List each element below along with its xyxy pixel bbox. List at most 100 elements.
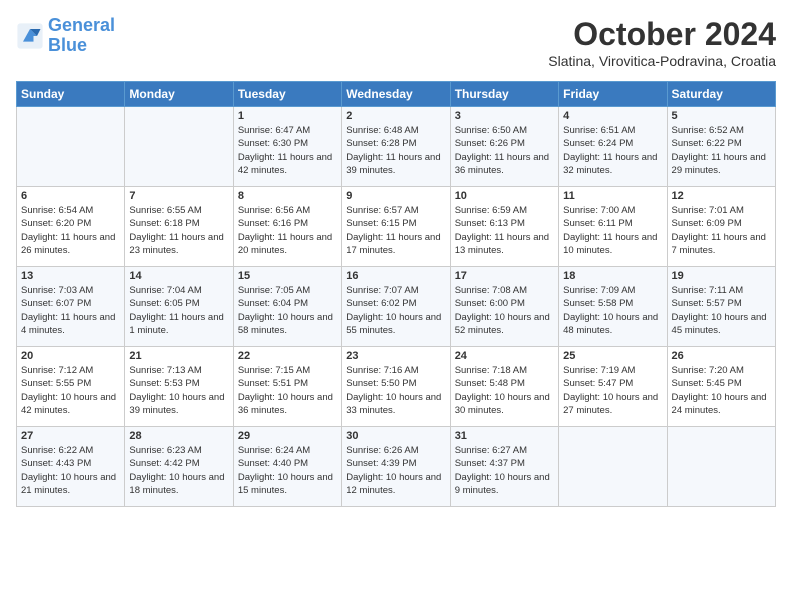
day-number: 9 (346, 190, 445, 202)
day-number: 14 (129, 270, 228, 282)
calendar-cell: 20Sunrise: 7:12 AM Sunset: 5:55 PM Dayli… (17, 347, 125, 427)
day-number: 5 (672, 110, 771, 122)
calendar-cell: 24Sunrise: 7:18 AM Sunset: 5:48 PM Dayli… (450, 347, 558, 427)
calendar-cell: 25 Sunrise: 7:19 AM Sunset: 5:47 PM Dayli… (559, 347, 667, 427)
calendar-cell: 5Sunrise: 6:52 AM Sunset: 6:22 PM Daylig… (667, 107, 775, 187)
calendar-cell: 31Sunrise: 6:27 AM Sunset: 4:37 PM Dayli… (450, 427, 558, 507)
day-number: 27 (21, 430, 120, 442)
col-header-thursday: Thursday (450, 82, 558, 107)
day-number: 4 (563, 110, 662, 122)
day-number: 12 (672, 190, 771, 202)
day-number: 25 (563, 350, 662, 362)
day-info: Sunrise: 6:59 AM Sunset: 6:13 PM Dayligh… (455, 204, 554, 257)
day-info: Sunrise: 7:00 AM Sunset: 6:11 PM Dayligh… (563, 204, 662, 257)
calendar-cell: 27 Sunrise: 6:22 AM Sunset: 4:43 PM Dayli… (17, 427, 125, 507)
calendar-cell: 16 Sunrise: 7:07 AM Sunset: 6:02 PM Dayli… (342, 267, 450, 347)
day-number: 8 (238, 190, 337, 202)
day-number: 13 (21, 270, 120, 282)
header-row: SundayMondayTuesdayWednesdayThursdayFrid… (17, 82, 776, 107)
calendar-cell: 23Sunrise: 7:16 AM Sunset: 5:50 PM Dayli… (342, 347, 450, 427)
calendar-cell: 4 Sunrise: 6:51 AM Sunset: 6:24 PM Daylig… (559, 107, 667, 187)
calendar-cell: 18Sunrise: 7:09 AM Sunset: 5:58 PM Dayli… (559, 267, 667, 347)
calendar-cell: 8 Sunrise: 6:56 AM Sunset: 6:16 PM Daylig… (233, 187, 341, 267)
day-number: 3 (455, 110, 554, 122)
day-number: 16 (346, 270, 445, 282)
col-header-wednesday: Wednesday (342, 82, 450, 107)
calendar-cell: 14 Sunrise: 7:04 AM Sunset: 6:05 PM Dayli… (125, 267, 233, 347)
page-title: October 2024 (548, 16, 776, 53)
day-info: Sunrise: 7:07 AM Sunset: 6:02 PM Dayligh… (346, 284, 445, 337)
day-info: Sunrise: 7:11 AM Sunset: 5:57 PM Dayligh… (672, 284, 771, 337)
calendar-cell: 12 Sunrise: 7:01 AM Sunset: 6:09 PM Dayli… (667, 187, 775, 267)
calendar-table: SundayMondayTuesdayWednesdayThursdayFrid… (16, 81, 776, 507)
day-info: Sunrise: 6:24 AM Sunset: 4:40 PM Dayligh… (238, 444, 337, 497)
day-number: 19 (672, 270, 771, 282)
day-info: Sunrise: 6:47 AM Sunset: 6:30 PM Dayligh… (238, 124, 337, 177)
day-info: Sunrise: 7:19 AM Sunset: 5:47 PM Dayligh… (563, 364, 662, 417)
day-info: Sunrise: 7:13 AM Sunset: 5:53 PM Dayligh… (129, 364, 228, 417)
calendar-cell (667, 427, 775, 507)
logo-blue: Blue (48, 36, 115, 56)
day-info: Sunrise: 6:22 AM Sunset: 4:43 PM Dayligh… (21, 444, 120, 497)
day-number: 17 (455, 270, 554, 282)
day-info: Sunrise: 6:48 AM Sunset: 6:28 PM Dayligh… (346, 124, 445, 177)
day-number: 30 (346, 430, 445, 442)
day-number: 18 (563, 270, 662, 282)
day-info: Sunrise: 7:12 AM Sunset: 5:55 PM Dayligh… (21, 364, 120, 417)
col-header-monday: Monday (125, 82, 233, 107)
calendar-cell (17, 107, 125, 187)
calendar-cell: 1 Sunrise: 6:47 AM Sunset: 6:30 PM Daylig… (233, 107, 341, 187)
calendar-cell: 13 Sunrise: 7:03 AM Sunset: 6:07 PM Dayli… (17, 267, 125, 347)
calendar-week-5: 27 Sunrise: 6:22 AM Sunset: 4:43 PM Dayli… (17, 427, 776, 507)
col-header-sunday: Sunday (17, 82, 125, 107)
day-info: Sunrise: 7:15 AM Sunset: 5:51 PM Dayligh… (238, 364, 337, 417)
col-header-friday: Friday (559, 82, 667, 107)
logo: General Blue (16, 16, 115, 56)
logo-icon (16, 22, 44, 50)
calendar-cell: 6 Sunrise: 6:54 AM Sunset: 6:20 PM Daylig… (17, 187, 125, 267)
day-number: 24 (455, 350, 554, 362)
calendar-cell: 28Sunrise: 6:23 AM Sunset: 4:42 PM Dayli… (125, 427, 233, 507)
day-number: 1 (238, 110, 337, 122)
day-info: Sunrise: 7:04 AM Sunset: 6:05 PM Dayligh… (129, 284, 228, 337)
calendar-cell: 2Sunrise: 6:48 AM Sunset: 6:28 PM Daylig… (342, 107, 450, 187)
day-info: Sunrise: 7:20 AM Sunset: 5:45 PM Dayligh… (672, 364, 771, 417)
day-number: 15 (238, 270, 337, 282)
day-info: Sunrise: 6:56 AM Sunset: 6:16 PM Dayligh… (238, 204, 337, 257)
day-number: 29 (238, 430, 337, 442)
day-number: 31 (455, 430, 554, 442)
calendar-cell: 11Sunrise: 7:00 AM Sunset: 6:11 PM Dayli… (559, 187, 667, 267)
day-number: 26 (672, 350, 771, 362)
calendar-cell: 26 Sunrise: 7:20 AM Sunset: 5:45 PM Dayli… (667, 347, 775, 427)
day-info: Sunrise: 6:23 AM Sunset: 4:42 PM Dayligh… (129, 444, 228, 497)
col-header-saturday: Saturday (667, 82, 775, 107)
day-info: Sunrise: 6:55 AM Sunset: 6:18 PM Dayligh… (129, 204, 228, 257)
calendar-week-4: 20Sunrise: 7:12 AM Sunset: 5:55 PM Dayli… (17, 347, 776, 427)
day-number: 7 (129, 190, 228, 202)
calendar-cell: 19 Sunrise: 7:11 AM Sunset: 5:57 PM Dayli… (667, 267, 775, 347)
calendar-cell: 22 Sunrise: 7:15 AM Sunset: 5:51 PM Dayli… (233, 347, 341, 427)
calendar-cell (125, 107, 233, 187)
calendar-cell: 30 Sunrise: 6:26 AM Sunset: 4:39 PM Dayli… (342, 427, 450, 507)
page-header: General Blue October 2024 Slatina, Virov… (16, 16, 776, 69)
calendar-cell: 29 Sunrise: 6:24 AM Sunset: 4:40 PM Dayli… (233, 427, 341, 507)
day-number: 6 (21, 190, 120, 202)
day-number: 22 (238, 350, 337, 362)
day-number: 10 (455, 190, 554, 202)
day-info: Sunrise: 7:03 AM Sunset: 6:07 PM Dayligh… (21, 284, 120, 337)
calendar-cell: 9Sunrise: 6:57 AM Sunset: 6:15 PM Daylig… (342, 187, 450, 267)
day-info: Sunrise: 6:54 AM Sunset: 6:20 PM Dayligh… (21, 204, 120, 257)
day-info: Sunrise: 7:08 AM Sunset: 6:00 PM Dayligh… (455, 284, 554, 337)
calendar-cell: 3 Sunrise: 6:50 AM Sunset: 6:26 PM Daylig… (450, 107, 558, 187)
calendar-cell: 21Sunrise: 7:13 AM Sunset: 5:53 PM Dayli… (125, 347, 233, 427)
calendar-cell: 10 Sunrise: 6:59 AM Sunset: 6:13 PM Dayli… (450, 187, 558, 267)
calendar-cell: 15Sunrise: 7:05 AM Sunset: 6:04 PM Dayli… (233, 267, 341, 347)
day-info: Sunrise: 6:51 AM Sunset: 6:24 PM Dayligh… (563, 124, 662, 177)
col-header-tuesday: Tuesday (233, 82, 341, 107)
day-info: Sunrise: 7:16 AM Sunset: 5:50 PM Dayligh… (346, 364, 445, 417)
day-info: Sunrise: 6:26 AM Sunset: 4:39 PM Dayligh… (346, 444, 445, 497)
day-info: Sunrise: 7:01 AM Sunset: 6:09 PM Dayligh… (672, 204, 771, 257)
calendar-week-1: 1 Sunrise: 6:47 AM Sunset: 6:30 PM Daylig… (17, 107, 776, 187)
title-block: October 2024 Slatina, Virovitica-Podravi… (548, 16, 776, 69)
day-info: Sunrise: 6:50 AM Sunset: 6:26 PM Dayligh… (455, 124, 554, 177)
